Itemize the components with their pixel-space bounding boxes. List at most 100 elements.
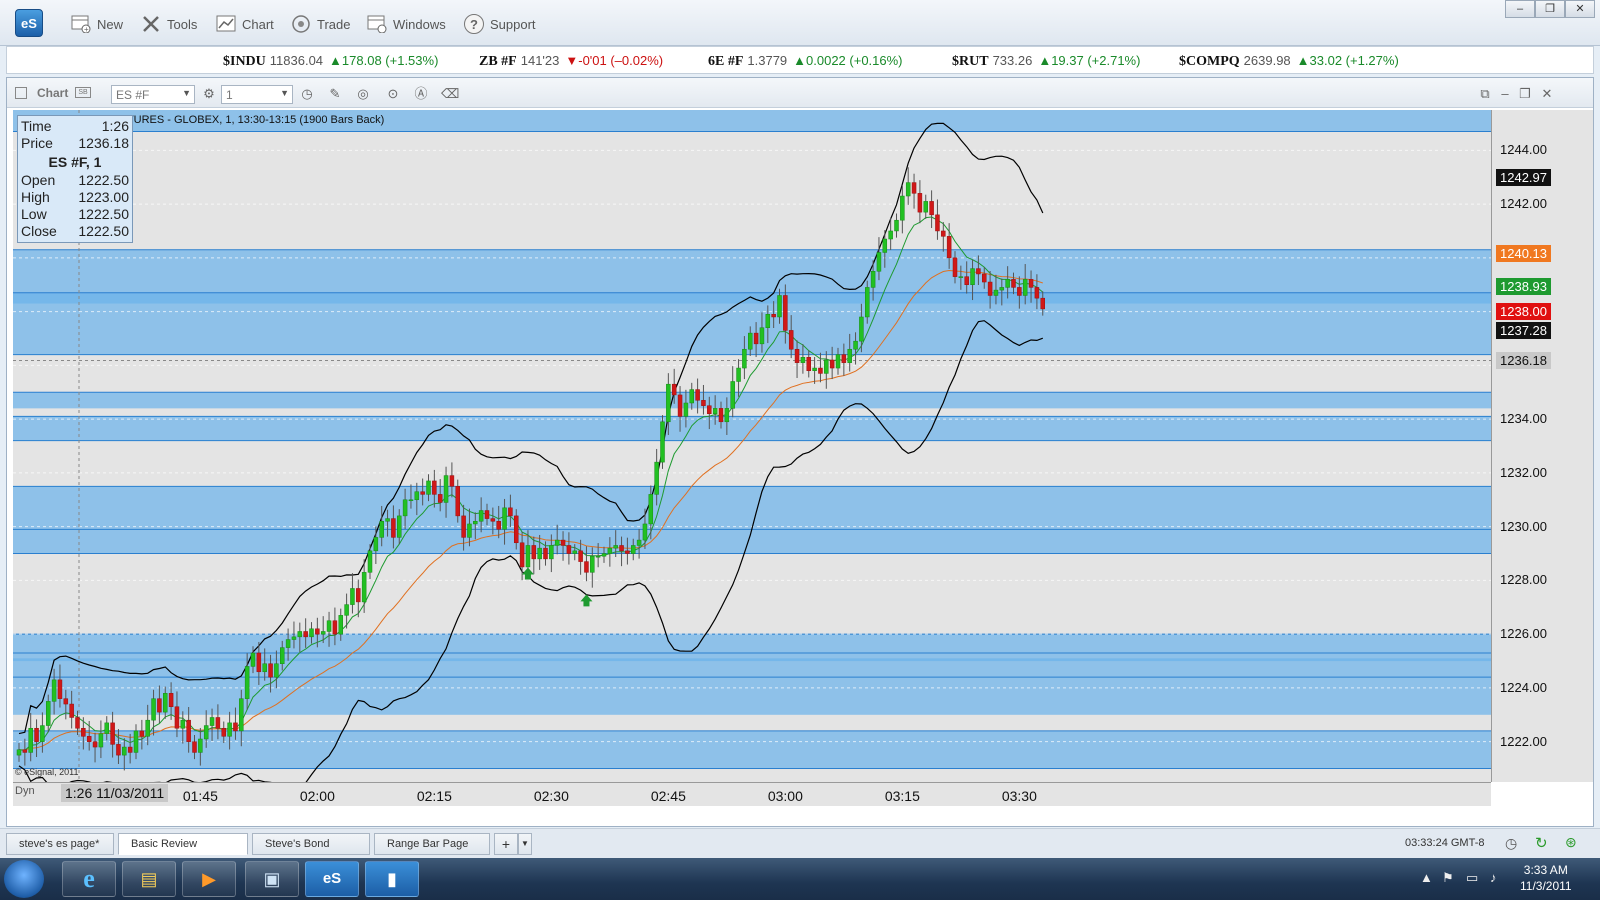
candle-body xyxy=(209,717,215,726)
candle-body xyxy=(280,647,285,664)
flag-icon[interactable]: ⚑ xyxy=(1442,870,1454,886)
chart-restore-icon[interactable]: ❐ xyxy=(1517,86,1533,102)
ticker-item[interactable]: 6E #F 1.3779 ▲0.0022 (+0.16%) xyxy=(708,53,903,70)
candle-body xyxy=(478,510,484,522)
eraser-icon[interactable]: ⌫ xyxy=(441,86,459,102)
settings-gear-icon[interactable]: ⚙ xyxy=(201,86,217,102)
menu-windows[interactable]: Windows xyxy=(366,12,446,36)
candle-body xyxy=(987,281,993,296)
restore-button[interactable]: ❐ xyxy=(1535,0,1565,18)
candle-body xyxy=(356,588,361,603)
chart-close-icon[interactable]: ✕ xyxy=(1539,86,1555,102)
candle-body xyxy=(57,679,63,699)
taskbar-media[interactable]: ▶ xyxy=(182,861,236,897)
tray-clock[interactable]: 3:33 AM 11/3/2011 xyxy=(1520,862,1572,894)
tab-range-bar-page[interactable]: Range Bar Page xyxy=(374,833,490,855)
symbol-input-value: ES #F xyxy=(116,88,150,102)
minimize-button[interactable]: – xyxy=(1505,0,1535,18)
alert-icon[interactable]: Ⓐ xyxy=(413,86,429,102)
time-axis[interactable]: 01:45 02:00 02:15 02:30 02:45 03:00 03:15 03:30 xyxy=(13,782,1491,806)
candle-body xyxy=(572,550,577,554)
candle-body xyxy=(262,663,267,673)
candle-body xyxy=(941,230,946,237)
symbol-input[interactable]: ES #F ▼ xyxy=(111,85,195,104)
taskbar-esignal[interactable]: eS xyxy=(305,861,359,897)
taskbar-chartapp[interactable]: ▮ xyxy=(365,861,419,897)
sr-band xyxy=(13,486,1491,554)
candle-body xyxy=(315,628,320,635)
chart-minimize-icon[interactable]: – xyxy=(1497,86,1513,102)
sr-band xyxy=(13,392,1491,409)
add-tab-button[interactable]: + xyxy=(494,833,518,855)
study-icon[interactable]: ◎ xyxy=(355,86,371,102)
tab-steves-es-page[interactable]: steve's es page* xyxy=(6,833,114,855)
trade-icon xyxy=(290,13,312,35)
candle-body xyxy=(788,330,794,350)
ticker-price: 2639.98 xyxy=(1243,53,1291,68)
candle-body xyxy=(818,367,823,374)
price-axis[interactable]: 1244.001242.001240.001238.001236.001234.… xyxy=(1491,110,1593,782)
taskbar-computer[interactable]: ▣ xyxy=(245,861,299,897)
page-tabbar: steve's es page* Basic Review Charts* St… xyxy=(0,828,1600,870)
candle-body xyxy=(34,727,39,742)
ie-icon: e xyxy=(83,864,95,893)
chart-toolbar: Chart SB ES #F ▼ ⚙ 1 ▼ ◷ ✎ ◎ ⊙ Ⓐ ⌫ ⧉ – ❐ ✕ xyxy=(7,78,1593,108)
refresh-icon[interactable]: ↻ xyxy=(1535,834,1548,852)
chevron-down-icon[interactable]: ▼ xyxy=(280,88,289,98)
candle-body xyxy=(198,738,203,753)
menu-tools[interactable]: Tools xyxy=(140,12,197,36)
candle-body xyxy=(859,316,864,342)
candle-body xyxy=(707,405,712,414)
dyn-label[interactable]: Dyn xyxy=(15,785,35,797)
panel-toggle-icon[interactable] xyxy=(15,87,27,99)
price-chart-plot[interactable] xyxy=(13,110,1491,782)
clock-icon[interactable]: ◷ xyxy=(1505,835,1517,852)
ticker-item[interactable]: $INDU 11836.04 ▲178.08 (+1.53%) xyxy=(223,53,438,70)
clock-icon[interactable]: ◷ xyxy=(299,86,315,102)
candle-body xyxy=(455,486,460,517)
candle-body xyxy=(250,652,256,667)
tab-steves-bond-page[interactable]: Steve's Bond Page xyxy=(252,833,370,870)
menu-trade[interactable]: Trade xyxy=(290,12,350,36)
candle-body xyxy=(139,730,145,737)
candle-body xyxy=(519,542,525,568)
candle-body xyxy=(619,545,624,552)
link-window-icon[interactable]: ⧉ xyxy=(1477,86,1493,102)
network-icon[interactable]: ▭ xyxy=(1466,870,1478,886)
candle-body xyxy=(783,295,788,331)
svg-text:?: ? xyxy=(470,17,478,32)
candle-body xyxy=(1005,279,1010,288)
pencil-icon[interactable]: ✎ xyxy=(327,86,343,102)
taskbar-ie[interactable]: e xyxy=(62,861,116,897)
candle-body xyxy=(748,332,753,350)
copyright-text: © eSignal, 2011 xyxy=(15,767,79,777)
status-ok-icon[interactable]: ⊛ xyxy=(1565,834,1577,851)
candle-body xyxy=(724,408,730,423)
volume-icon[interactable]: ♪ xyxy=(1490,870,1497,885)
candle-body xyxy=(695,389,700,401)
interval-input[interactable]: 1 ▼ xyxy=(221,85,293,104)
taskbar-explorer[interactable]: ▤ xyxy=(122,861,176,897)
menu-chart[interactable]: Chart xyxy=(215,12,274,36)
ticker-symbol: $RUT xyxy=(952,54,989,69)
menu-new[interactable]: + New xyxy=(70,12,123,36)
close-button[interactable]: ✕ xyxy=(1565,0,1595,18)
ticker-item[interactable]: ZB #F 141'23 ▼-0'01 (–0.02%) xyxy=(479,53,663,70)
play-icon[interactable]: ⊙ xyxy=(385,86,401,102)
app-menubar: eS + New Tools Chart Trade Windows ? Sup… xyxy=(0,0,1600,46)
esignal-logo[interactable]: eS xyxy=(15,9,43,37)
ticker-price: 141'23 xyxy=(520,53,560,68)
tab-menu-button[interactable]: ▼ xyxy=(518,833,532,855)
link-icon[interactable]: SB xyxy=(75,87,91,98)
candlestick-chart[interactable] xyxy=(13,110,1491,782)
ticker-item[interactable]: $COMPQ 2639.98 ▲33.02 (+1.27%) xyxy=(1179,53,1399,70)
tab-basic-review-charts[interactable]: Basic Review Charts* xyxy=(118,833,248,870)
ticker-item[interactable]: $RUT 733.26 ▲19.37 (+2.71%) xyxy=(952,53,1140,70)
chevron-down-icon[interactable]: ▼ xyxy=(182,88,191,98)
menu-support[interactable]: ? Support xyxy=(463,12,536,36)
ticker-change: ▲0.0022 (+0.16%) xyxy=(793,53,903,68)
tray-expand-icon[interactable]: ▲ xyxy=(1420,870,1433,885)
ticker-price: 1.3779 xyxy=(747,53,788,68)
candle-body xyxy=(911,182,917,194)
start-button[interactable] xyxy=(4,860,44,898)
